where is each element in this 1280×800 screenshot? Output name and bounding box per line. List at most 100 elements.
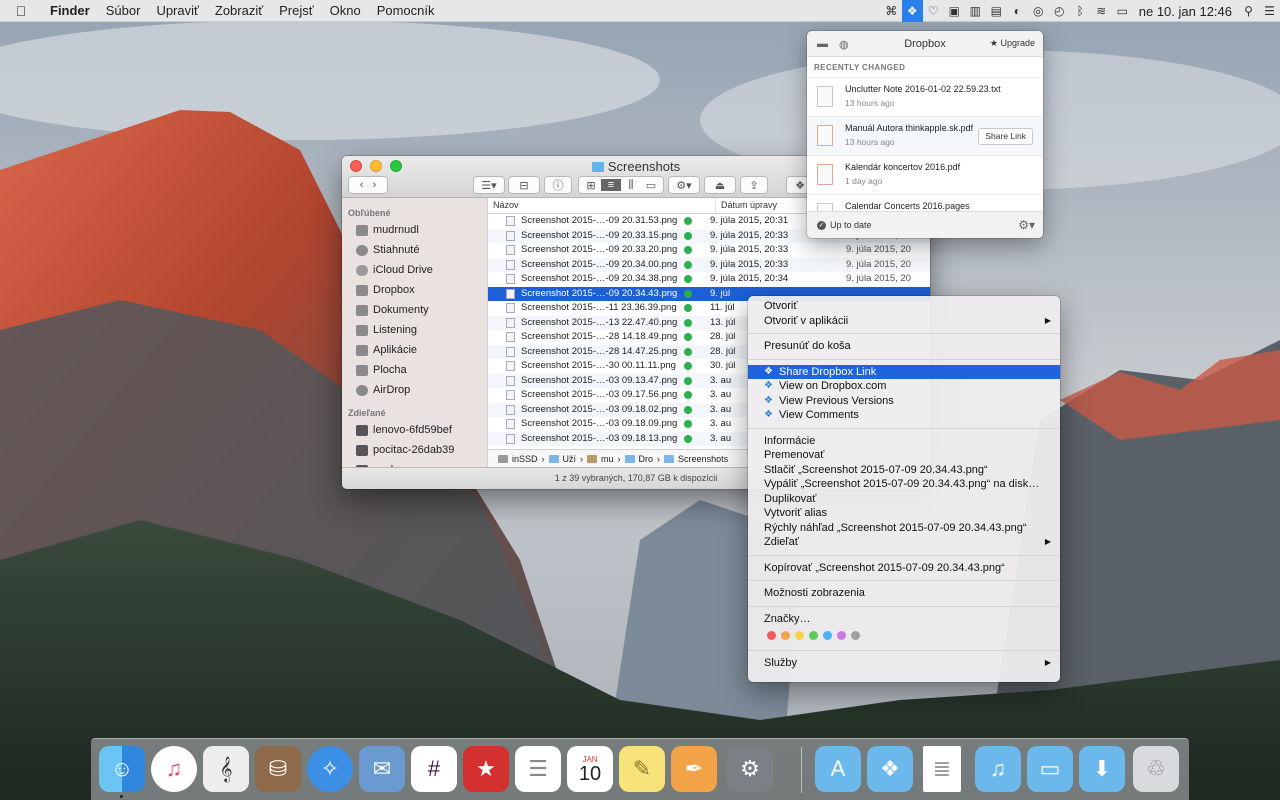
bag-icon[interactable]: ▣	[944, 0, 965, 22]
chevron-left-icon[interactable]: ‹	[360, 179, 364, 191]
reminders-icon[interactable]: ☰	[515, 746, 561, 792]
spotlight-icon[interactable]: ⚲	[1238, 0, 1259, 22]
path-segment[interactable]: Uží	[563, 454, 577, 464]
toggle-icon[interactable]: ◐	[1007, 0, 1028, 22]
menu-item-copy[interactable]: Kopírovať „Screenshot 2015-07-09 20.34.4…	[748, 561, 1060, 576]
path-segment[interactable]: Dro	[639, 454, 654, 464]
dropbox-icon[interactable]: ❖	[901, 0, 923, 22]
view-switcher[interactable]: ⊞ ≡ ⫼ ▭	[578, 176, 664, 194]
column-view-icon[interactable]: ⫼	[621, 179, 641, 192]
recent-file[interactable]: Unclutter Note 2016-01-02 22.59.23.txt 1…	[807, 77, 1043, 116]
sidebar-item-desktop[interactable]: Plocha	[342, 360, 487, 380]
recent-file[interactable]: Kalendár koncertov 2016.pdf 1 day ago	[807, 155, 1043, 194]
table-row[interactable]: Screenshot 2015-…-09 20.34.00.png 9. júla…	[488, 257, 930, 272]
musescore-icon[interactable]: 𝄞	[203, 746, 249, 792]
sidebar-item-documents[interactable]: Dokumenty	[342, 300, 487, 320]
chevron-right-icon[interactable]: ›	[373, 179, 377, 191]
menu-item-move-to-trash[interactable]: Presunúť do koša	[748, 339, 1060, 354]
info-button[interactable]: ⓘ	[544, 176, 572, 194]
menu-item-share[interactable]: Zdieľať ▶	[748, 535, 1060, 550]
sidebar-item-pocitac[interactable]: pocitac-26dab39	[342, 440, 487, 460]
menu-item-compress[interactable]: Stlačiť „Screenshot 2015-07-09 20.34.43.…	[748, 463, 1060, 478]
menu-item-make-alias[interactable]: Vytvoriť alias	[748, 506, 1060, 521]
menu-item-open[interactable]: Otvoriť	[748, 299, 1060, 314]
heart-icon[interactable]: ♡	[923, 0, 944, 22]
menu-item-tags[interactable]: Značky…	[748, 612, 1060, 627]
menu-item-info[interactable]: Informácie	[748, 434, 1060, 449]
gear-icon[interactable]: ⚙▾	[1018, 218, 1035, 232]
time-machine-icon[interactable]: ◴	[1049, 0, 1070, 22]
sync-icon[interactable]: ◎	[1028, 0, 1049, 22]
column-header-name[interactable]: Názov	[488, 198, 716, 213]
safari-icon[interactable]: ✧	[307, 746, 353, 792]
path-segment[interactable]: inSSD	[512, 454, 538, 464]
menu-pomocnik[interactable]: Pomocník	[369, 3, 443, 18]
bluetooth-icon[interactable]: ᛒ	[1070, 0, 1091, 22]
menu-upravit[interactable]: Upraviť	[148, 3, 206, 18]
tag-color-dot[interactable]	[837, 631, 846, 640]
finder-icon[interactable]: ☺	[99, 746, 145, 792]
back-forward-buttons[interactable]: ‹ ›	[348, 176, 388, 194]
system-preferences-icon[interactable]: ⚙	[727, 746, 773, 792]
notification-center-icon[interactable]: ☰	[1259, 0, 1280, 22]
menu-item-duplicate[interactable]: Duplikovať	[748, 492, 1060, 507]
eject-button[interactable]: ⏏	[704, 176, 736, 194]
document-stack-icon[interactable]: ≣	[923, 746, 961, 792]
list-view-icon[interactable]: ≡	[601, 179, 621, 191]
arrange-button[interactable]: ☰▾	[473, 176, 505, 194]
sidebar-item-icloud[interactable]: iCloud Drive	[342, 260, 487, 280]
sidebar-item-lenovo[interactable]: lenovo-6fd59bef	[342, 420, 487, 440]
menu-item-view-comments[interactable]: ❖ View Comments	[748, 408, 1060, 423]
icon-view-icon[interactable]: ⊞	[581, 179, 601, 192]
path-segment[interactable]: mu	[601, 454, 614, 464]
applications-stack-icon[interactable]: A	[815, 746, 861, 792]
sidebar-item-mudrnudl[interactable]: mudrnudl	[342, 220, 487, 240]
new-folder-button[interactable]: ⊟	[508, 176, 540, 194]
menu-okno[interactable]: Okno	[322, 3, 369, 18]
wifi-icon[interactable]: ≋	[1091, 0, 1112, 22]
sidebar-item-downloads[interactable]: Stiahnuté	[342, 240, 487, 260]
tag-color-dot[interactable]	[809, 631, 818, 640]
share-link-button[interactable]: Share Link	[978, 128, 1033, 145]
sidebar-item-airdrop[interactable]: AirDrop	[342, 380, 487, 400]
menu-item-burn[interactable]: Vypáliť „Screenshot 2015-07-09 20.34.43.…	[748, 477, 1060, 492]
sidebar-item-dropbox[interactable]: Dropbox	[342, 280, 487, 300]
table-row[interactable]: Screenshot 2015-…-09 20.34.38.png 9. júla…	[488, 272, 930, 287]
notes-icon[interactable]: ✎	[619, 746, 665, 792]
pages-icon[interactable]: ✒	[671, 746, 717, 792]
menu-item-view-on-dropbox[interactable]: ❖ View on Dropbox.com	[748, 379, 1060, 394]
mail-icon[interactable]: ✉	[359, 746, 405, 792]
tag-color-dot[interactable]	[767, 631, 776, 640]
downloads-stack-icon[interactable]: ⬇	[1079, 746, 1125, 792]
sidebar-item-applications[interactable]: Aplikácie	[342, 340, 487, 360]
recent-file[interactable]: Manuál Autora thinkapple.sk.pdf 13 hours…	[807, 116, 1043, 155]
path-segment[interactable]: Screenshots	[678, 454, 728, 464]
menu-prejst[interactable]: Prejsť	[271, 3, 322, 18]
menu-item-share-dropbox-link[interactable]: ❖ Share Dropbox Link	[748, 364, 1060, 379]
coverflow-view-icon[interactable]: ▭	[641, 179, 661, 192]
menu-zobrazit[interactable]: Zobraziť	[207, 3, 271, 18]
slack-icon[interactable]: #	[411, 746, 457, 792]
share-button[interactable]: ⇪	[740, 176, 768, 194]
menu-item-open-with[interactable]: Otvoriť v aplikácii ▶	[748, 314, 1060, 329]
menu-clock[interactable]: ne 10. jan 12:46	[1133, 4, 1238, 19]
menu-item-view-options[interactable]: Možnosti zobrazenia	[748, 586, 1060, 601]
menu-item-quick-look[interactable]: Rýchly náhľad „Screenshot 2015-07-09 20.…	[748, 521, 1060, 536]
tag-color-dot[interactable]	[795, 631, 804, 640]
folder-stack-icon[interactable]: ▭	[1027, 746, 1073, 792]
upgrade-button[interactable]: ★ Upgrade	[990, 38, 1035, 49]
menu-subor[interactable]: Súbor	[98, 3, 149, 18]
trash-icon[interactable]: ♲	[1133, 746, 1179, 792]
tag-color-dot[interactable]	[823, 631, 832, 640]
menu-item-services[interactable]: Služby ▶	[748, 656, 1060, 671]
unarchiver-icon[interactable]: ⛁	[255, 746, 301, 792]
tag-color-dot[interactable]	[851, 631, 860, 640]
music-stack-icon[interactable]: ♫	[975, 746, 1021, 792]
sidebar-item-listening[interactable]: Listening	[342, 320, 487, 340]
command-icon[interactable]: ⌘	[881, 0, 902, 22]
menu-item-view-previous-versions[interactable]: ❖ View Previous Versions	[748, 394, 1060, 409]
apple-logo-icon[interactable]: 	[0, 3, 42, 19]
trash-status-icon[interactable]: ▥	[965, 0, 986, 22]
action-button[interactable]: ⚙▾	[668, 176, 700, 194]
inbox-icon[interactable]: ▤	[986, 0, 1007, 22]
